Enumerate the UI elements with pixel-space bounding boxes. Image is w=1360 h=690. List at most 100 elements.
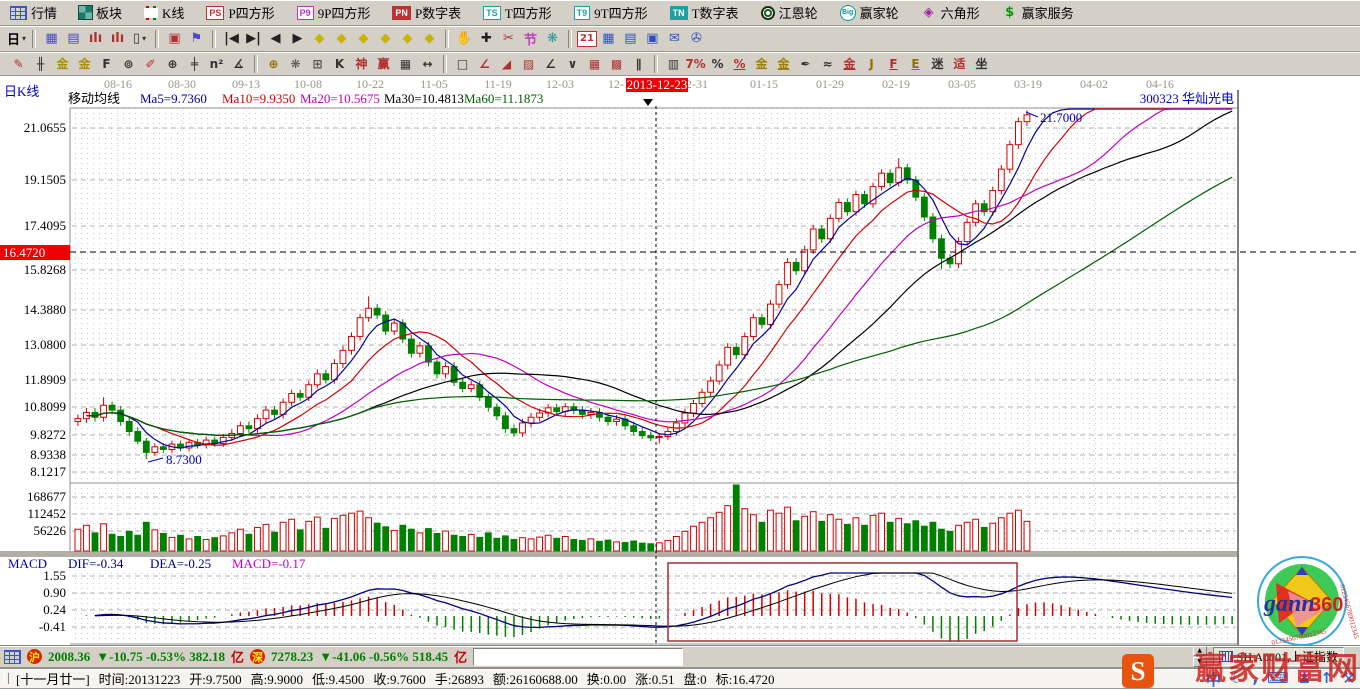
- f-line[interactable]: F: [883, 55, 904, 73]
- shi-tool[interactable]: 适: [949, 55, 970, 73]
- grid-tool[interactable]: ╫: [30, 55, 51, 73]
- gann-wheel-small[interactable]: ❋: [285, 55, 306, 73]
- menu-item-quotes[interactable]: 行情: [10, 3, 57, 22]
- window-box[interactable]: □: [452, 55, 473, 73]
- spiral-tool[interactable]: ⊚: [118, 55, 139, 73]
- percent-slash[interactable]: 7%: [685, 55, 706, 73]
- gann-marker[interactable]: 节: [520, 29, 541, 49]
- menu-item-kline[interactable]: K线: [144, 3, 184, 22]
- menu-item-hexagon[interactable]: ◈六角形: [921, 3, 980, 22]
- gann-square-web[interactable]: ⊞: [307, 55, 328, 73]
- quote-list[interactable]: ▤: [63, 29, 84, 49]
- dense-grid-a[interactable]: ▦: [584, 55, 605, 73]
- gold-line[interactable]: 金: [773, 55, 794, 73]
- mi-tool[interactable]: 迷: [927, 55, 948, 73]
- angle-tool[interactable]: ∡: [228, 55, 249, 73]
- drag-hand[interactable]: ✋: [454, 29, 475, 49]
- zoom-left[interactable]: ◆: [309, 29, 330, 49]
- menu-item-winner-wheel[interactable]: Big赢家轮: [840, 3, 899, 22]
- kline-period-label[interactable]: 日K线: [4, 84, 39, 99]
- zoom-right[interactable]: ◆: [331, 29, 352, 49]
- f-grid[interactable]: F: [96, 55, 117, 73]
- gold-grid-b[interactable]: 金: [74, 55, 95, 73]
- kline-frame[interactable]: ▣: [164, 29, 185, 49]
- parallel-lines[interactable]: ∥: [628, 55, 649, 73]
- macd-indicator-label[interactable]: MACD: [8, 556, 47, 571]
- gann-circle[interactable]: ⊕: [263, 55, 284, 73]
- fit-screen[interactable]: ◆: [419, 29, 440, 49]
- brush-angle[interactable]: ✐: [140, 55, 161, 73]
- statusbar-grip[interactable]: [4, 673, 9, 684]
- prev-page[interactable]: ◀: [265, 29, 286, 49]
- wave-lines[interactable]: ≈: [817, 55, 838, 73]
- notebook[interactable]: ▤: [620, 29, 641, 49]
- compress-horizontal[interactable]: ◆: [375, 29, 396, 49]
- expand-horizontal[interactable]: ◆: [353, 29, 374, 49]
- e-line[interactable]: E: [905, 55, 926, 73]
- system-tools[interactable]: ✇: [686, 29, 707, 49]
- percent-line[interactable]: %: [729, 55, 750, 73]
- j-line[interactable]: J: [861, 55, 882, 73]
- zuo-tool[interactable]: 坐: [971, 55, 992, 73]
- spinner-down-icon[interactable]: ▼: [1193, 657, 1207, 667]
- circle-cross[interactable]: ⊕: [162, 55, 183, 73]
- kline-window[interactable]: ▦: [41, 29, 62, 49]
- gold-grid-a[interactable]: 金: [52, 55, 73, 73]
- save[interactable]: ▣: [642, 29, 663, 49]
- crosshair-tool[interactable]: ✚: [476, 29, 497, 49]
- dense-grid-b[interactable]: ▩: [606, 55, 627, 73]
- menu-item-t-square[interactable]: TST四方形: [483, 3, 551, 22]
- menu-item-9t-square[interactable]: T99T四方形: [574, 3, 648, 22]
- period-daily-dropdown[interactable]: 日▾: [6, 29, 27, 49]
- kline-chart[interactable]: 21.065519.150517.409515.826814.388013.08…: [0, 76, 1360, 645]
- ruler-123[interactable]: ▦: [395, 55, 416, 73]
- width-measure[interactable]: ↔: [417, 55, 438, 73]
- dropdown-arrow-icon[interactable]: ▾: [22, 34, 26, 43]
- candle-style-dropdown[interactable]: ▯▾: [129, 29, 150, 49]
- v-lines[interactable]: ∨: [562, 55, 583, 73]
- fan-box[interactable]: ◢: [496, 55, 517, 73]
- web-box[interactable]: ▨: [518, 55, 539, 73]
- mail-globe[interactable]: ✉: [664, 29, 685, 49]
- ying-grid[interactable]: 赢: [373, 55, 394, 73]
- column-chart[interactable]: ▥: [663, 55, 684, 73]
- stock-code-name[interactable]: 300323 华灿光电: [1140, 91, 1234, 106]
- web-marker[interactable]: ❋: [542, 29, 563, 49]
- ink-dropper[interactable]: ✒: [795, 55, 816, 73]
- color-flag[interactable]: ⚑: [186, 29, 207, 49]
- mini-chart-9[interactable]: ılı: [107, 29, 128, 49]
- brush-tool[interactable]: ✎: [8, 55, 29, 73]
- menu-item-p-number-table[interactable]: PNP数字表: [392, 3, 461, 22]
- first-page[interactable]: |◀: [221, 29, 242, 49]
- shen-grid[interactable]: 神: [351, 55, 372, 73]
- mini-chart-3[interactable]: ılı: [85, 29, 106, 49]
- crosshair-top-marker-icon[interactable]: [643, 99, 653, 106]
- ticker-input[interactable]: [473, 648, 683, 666]
- menu-item-t-number-table[interactable]: TNT数字表: [670, 3, 739, 22]
- trend-lines[interactable]: ∠: [540, 55, 561, 73]
- menu-item-p-square[interactable]: PSP四方形: [206, 3, 274, 22]
- next-page[interactable]: ▶: [287, 29, 308, 49]
- menu-item-sectors[interactable]: 板块: [79, 3, 122, 22]
- ruler-grid[interactable]: ╪: [184, 55, 205, 73]
- erase-tool[interactable]: ✂: [498, 29, 519, 49]
- main-menu-bar: 行情 板块 K线 PSP四方形 P99P四方形 PNP数字表 TST四方形 T99T四方形 TN…: [0, 0, 1360, 26]
- index-bar: 沪 2008.36 ▼-10.75 -0.53% 382.18 亿 深 7278…: [0, 645, 1360, 668]
- spinner-up-icon[interactable]: ▲: [1193, 646, 1207, 656]
- menu-item-winner-service[interactable]: $赢家服务: [1002, 3, 1074, 22]
- n-square[interactable]: n²: [206, 55, 227, 73]
- market-table-icon[interactable]: [4, 650, 21, 664]
- k-quote[interactable]: K: [329, 55, 350, 73]
- menu-item-9p-square[interactable]: P99P四方形: [297, 3, 371, 22]
- menu-item-gann-wheel[interactable]: 江恩轮: [761, 3, 818, 22]
- board-selector[interactable]: SH A0001,上证指数: [1213, 647, 1344, 666]
- last-page[interactable]: ▶|: [243, 29, 264, 49]
- gold-slash[interactable]: 金: [839, 55, 860, 73]
- calendar[interactable]: 21: [577, 31, 597, 47]
- expand-vertical[interactable]: ◆: [397, 29, 418, 49]
- calculator[interactable]: ▦: [598, 29, 619, 49]
- dropdown-arrow-icon[interactable]: ▾: [142, 34, 146, 43]
- percent[interactable]: %: [707, 55, 728, 73]
- fan-lines[interactable]: ∠: [474, 55, 495, 73]
- gold-circle[interactable]: 金: [751, 55, 772, 73]
